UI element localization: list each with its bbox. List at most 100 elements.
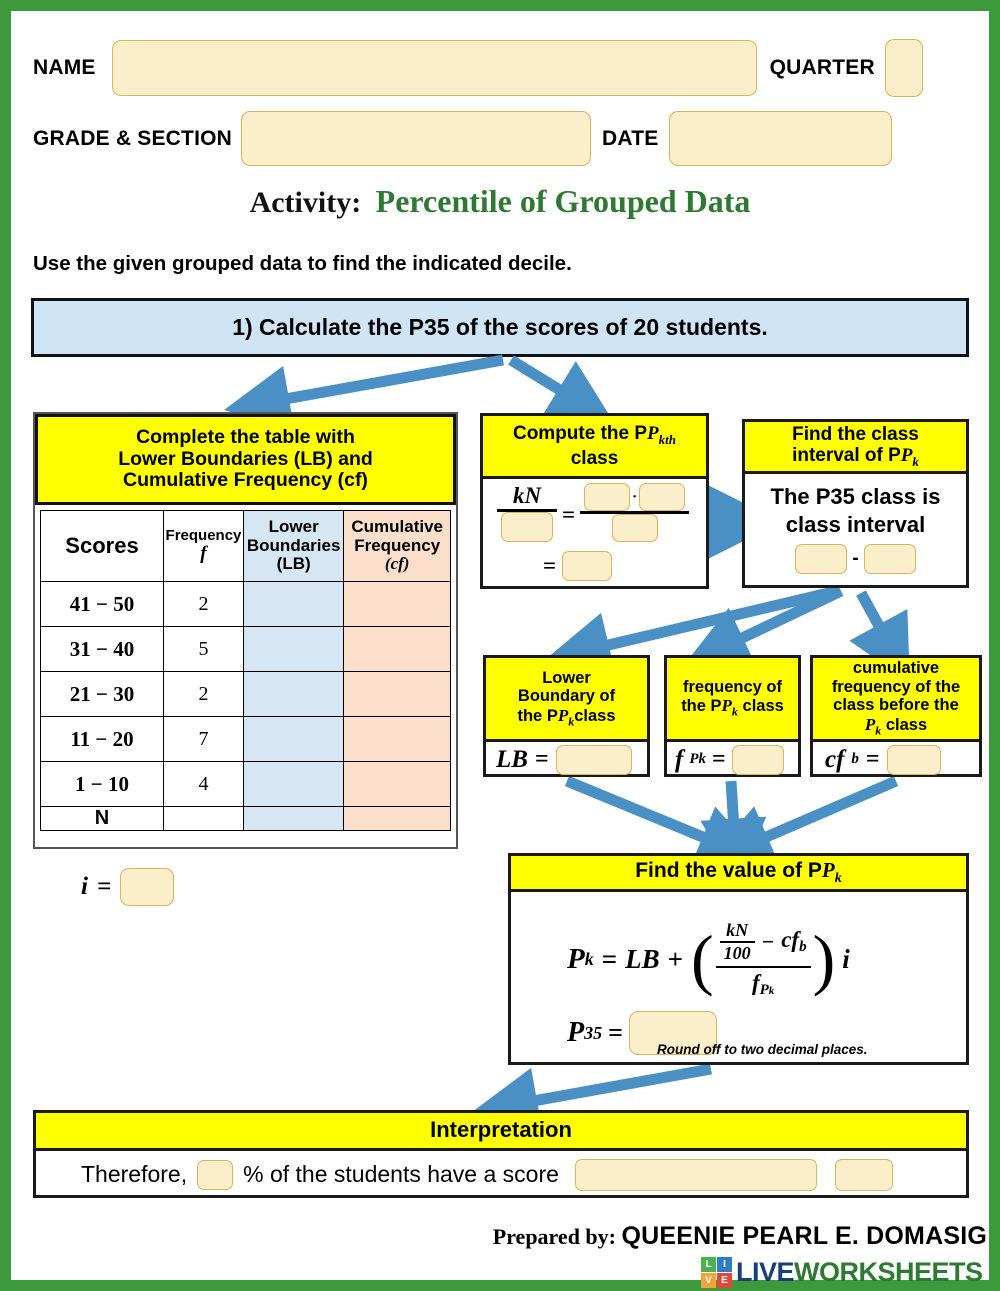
frac-den-sub2: k (768, 985, 775, 998)
frequency-pk-box: frequency of the PPk class f Pk = (664, 655, 801, 777)
cell-n-input[interactable] (163, 806, 244, 831)
class-width-input[interactable] (120, 868, 175, 906)
n-value-input[interactable] (639, 483, 686, 511)
cell-cf-input[interactable] (343, 761, 451, 807)
class-width-row: i = (81, 868, 175, 906)
cfb-symbol: cf (825, 745, 845, 773)
cumulative-frequency-before-box: cumulative frequency of the class before… (810, 655, 982, 777)
table-caption-line-2: Lower Boundaries (LB) and (118, 447, 373, 470)
class-width-equals: = (96, 873, 112, 900)
lb-symbol: LB (496, 745, 528, 773)
frac-minus: − (761, 929, 775, 954)
lb-caption-line-4: class (574, 706, 616, 725)
interpretation-blank-short-input[interactable] (834, 1158, 893, 1191)
frac-den-sub: P (759, 982, 769, 999)
table-total-row: N (40, 806, 451, 831)
cell-score: 21 − 30 (40, 671, 164, 717)
cell-cf-input[interactable] (343, 806, 451, 831)
date-label: DATE (602, 126, 659, 150)
fpk-caption-line-1: frequency of (682, 677, 783, 696)
cfb-box-caption: cumulative frequency of the class before… (813, 658, 979, 742)
cell-frequency: 5 (163, 626, 244, 672)
frac-kn: kN (726, 920, 749, 940)
compute-caption-line-1: Compute the P (512, 423, 648, 445)
fpk-box-caption: frequency of the PPk class (667, 658, 798, 742)
fpk-symbol: f (675, 745, 684, 773)
table-row: 41 − 50 2 (40, 581, 451, 627)
cell-frequency: 2 (163, 671, 244, 717)
cell-lb-input[interactable] (242, 671, 345, 717)
interpretation-caption: Interpretation (36, 1113, 966, 1151)
pk-class-result-input[interactable] (562, 551, 613, 581)
fpk-caption-line-3: class (742, 697, 784, 716)
fpk-caption-sub: k (731, 704, 738, 719)
quarter-input[interactable] (884, 39, 923, 97)
date-input[interactable] (669, 111, 893, 166)
find-value-of-pk-box: Find the value of PPk Pk = LB + ( kN 100 (508, 853, 969, 1065)
table-row: 21 − 30 2 (40, 671, 451, 717)
liveworksheets-logo: L I V E LIVEWORKSHEETS (701, 1257, 983, 1288)
compute-caption-line-2: class (570, 447, 619, 469)
interpretation-blank-long-input[interactable] (574, 1158, 817, 1191)
grade-row: GRADE & SECTION DATE (33, 111, 973, 166)
table-row: 1 − 10 4 (40, 761, 451, 807)
formula-lhs-sub: k (584, 949, 594, 970)
product-denominator-input[interactable] (611, 514, 658, 542)
formula-i: i (842, 944, 850, 975)
formula-plus: + (667, 944, 684, 975)
compute-box-caption: Compute the PPkth class (483, 416, 706, 479)
multiply-dot: · (632, 488, 638, 505)
cell-cf-input[interactable] (343, 716, 451, 762)
cell-lb-input[interactable] (242, 716, 345, 762)
compute-equals-1: = (562, 502, 576, 527)
cell-lb-input[interactable] (242, 761, 345, 807)
cfb-caption-sub: k (875, 723, 882, 738)
cell-cf-input[interactable] (343, 671, 451, 717)
lb-caption-line-3: the P (517, 706, 558, 725)
cell-lb-input[interactable] (242, 626, 345, 672)
class-width-symbol: i (81, 873, 88, 900)
compute-pk-class-box: Compute the PPkth class kN = · = (480, 413, 709, 589)
name-row: NAME QUARTER (33, 39, 973, 97)
n-denominator-input[interactable] (501, 512, 553, 542)
logo-word-worksheets: WORKSHEETS (794, 1257, 983, 1287)
cell-frequency: 7 (163, 716, 244, 762)
cell-cf-input[interactable] (343, 626, 451, 672)
k-value-input[interactable] (584, 483, 631, 511)
interpretation-text-1: Therefore, (81, 1161, 188, 1187)
name-input[interactable] (111, 40, 757, 96)
formula-big-fraction: kN 100 − cfb fPk (715, 920, 811, 999)
frac-100: 100 (723, 943, 751, 963)
cell-lb-input[interactable] (242, 806, 345, 831)
page-title: Activity: Percentile of Grouped Data (11, 183, 989, 220)
cell-n-label: N (40, 806, 164, 831)
compute-equals-2: = (543, 553, 557, 578)
rounding-note: Round off to two decimal places. (657, 1042, 868, 1057)
grade-section-input[interactable] (241, 111, 592, 166)
interpretation-text-2: % of the students have a score (243, 1161, 559, 1187)
kn-over-100: kN 100 (719, 920, 755, 964)
prepared-by: Prepared by: QUEENIE PEARL E. DOMASIG (493, 1222, 987, 1251)
compute-caption-sub: kth (658, 431, 676, 447)
grade-section-label: GRADE & SECTION (33, 126, 233, 150)
value-caption-sub: k (834, 870, 842, 886)
quarter-label: QUARTER (769, 56, 875, 79)
interpretation-box: Interpretation Therefore, % of the stude… (33, 1110, 969, 1198)
cfb-caption-line-5: class (885, 715, 928, 734)
interpretation-percent-input[interactable] (197, 1159, 234, 1190)
lb-value-input[interactable] (555, 744, 632, 775)
cell-cf-input[interactable] (343, 581, 451, 627)
cell-score: 31 − 40 (40, 626, 164, 672)
table-row: 11 − 20 7 (40, 716, 451, 762)
table-caption-line-3: Cumulative Frequency (cf) (123, 469, 368, 492)
fpk-value-input[interactable] (731, 744, 784, 775)
title-main: Percentile of Grouped Data (375, 183, 751, 219)
cell-lb-input[interactable] (242, 581, 345, 627)
interval-text-line-1: The P35 class is (770, 483, 941, 509)
logo-tiles: L I V E (701, 1257, 732, 1288)
cfb-value-input[interactable] (886, 744, 941, 775)
interval-lower-input[interactable] (795, 544, 848, 575)
interval-caption-line-2: interval of P (792, 444, 901, 466)
lb-caption-line-1: Lower (542, 668, 591, 687)
interval-upper-input[interactable] (863, 544, 916, 575)
